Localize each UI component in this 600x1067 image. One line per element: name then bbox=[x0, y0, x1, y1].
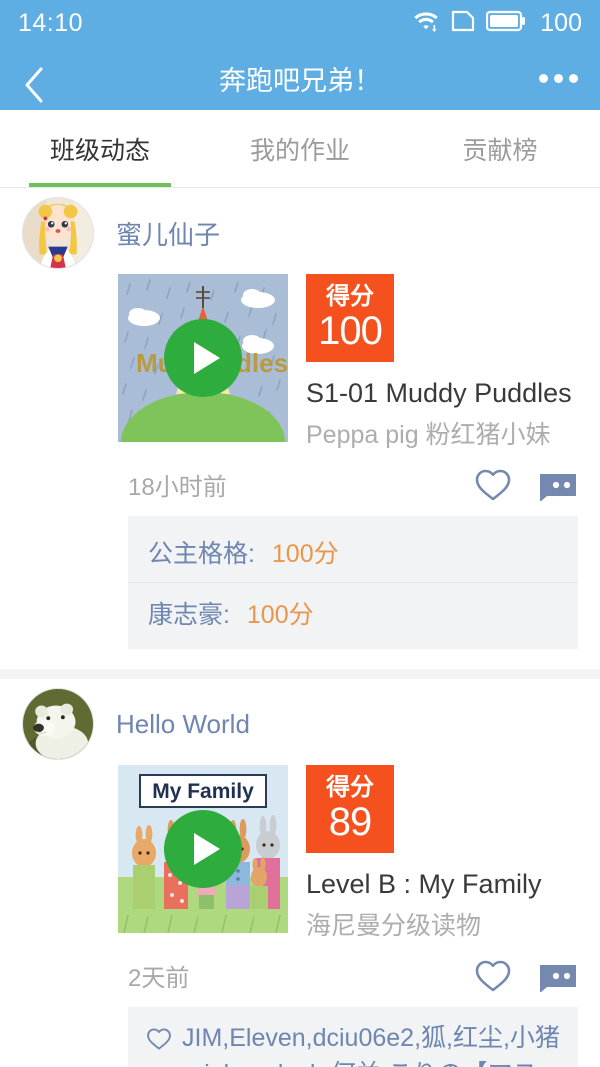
post-meta: 得分 100 S1-01 Muddy Puddles Peppa pig 粉红猪… bbox=[288, 274, 578, 451]
back-chevron-icon[interactable] bbox=[22, 65, 48, 103]
post-body: Mu dles 得分 100 S1-01 Muddy Puddles Peppa… bbox=[0, 264, 600, 451]
score-label: 得分 bbox=[326, 774, 374, 801]
score-badge: 得分 100 bbox=[306, 274, 394, 362]
post-title: S1-01 Muddy Puddles bbox=[306, 378, 572, 408]
action-icons bbox=[474, 959, 578, 993]
my-family-thumbnail[interactable]: My Family bbox=[118, 765, 288, 933]
comment-icon[interactable] bbox=[538, 469, 578, 501]
post-title: Level B : My Family bbox=[306, 869, 542, 899]
comment-item[interactable]: 公主格格: 100分 bbox=[128, 522, 578, 582]
sim-card-icon bbox=[451, 10, 475, 37]
muddy-puddles-thumbnail[interactable]: Mu dles bbox=[118, 274, 288, 442]
likes-names: JIM,Eleven,dciu06e2,狐,红尘,小猪rainbowdash,何… bbox=[182, 1024, 560, 1067]
svg-text:dles: dles bbox=[236, 348, 288, 378]
post-actions: 18小时前 bbox=[0, 451, 600, 516]
status-indicators: 100 bbox=[412, 9, 582, 38]
status-time: 14:10 bbox=[18, 8, 84, 37]
more-options-icon[interactable] bbox=[539, 73, 578, 83]
heart-icon[interactable] bbox=[474, 959, 512, 993]
svg-text:My Family: My Family bbox=[152, 780, 254, 803]
post-actions: 2天前 bbox=[0, 942, 600, 1007]
post-header: 蜜儿仙子 bbox=[0, 197, 600, 269]
post-subtitle: 海尼曼分级读物 bbox=[306, 912, 482, 940]
tab-contribution[interactable]: 贡献榜 bbox=[400, 110, 600, 187]
score-value: 89 bbox=[328, 800, 372, 844]
post-meta: 得分 89 Level B : My Family 海尼曼分级读物 bbox=[288, 765, 578, 942]
post-card: 蜜儿仙子 Mu dles 得分 100 S1-01 Muddy Puddles … bbox=[0, 188, 600, 669]
page-title: 奔跑吧兄弟！ bbox=[219, 65, 381, 96]
comment-score: 100分 bbox=[246, 601, 314, 629]
post-card: Hello World My Family 得分 89 Level B: My… bbox=[0, 669, 600, 1067]
wifi-download-icon bbox=[412, 9, 440, 38]
battery-percent: 100 bbox=[540, 8, 582, 37]
post-feed: 蜜儿仙子 Mu dles 得分 100 S1-01 Muddy Puddles … bbox=[0, 188, 600, 1067]
action-icons bbox=[474, 468, 578, 502]
score-badge: 得分 89 bbox=[306, 765, 394, 853]
comment-item[interactable]: 康志豪: 100分 bbox=[128, 582, 578, 643]
score-value: 100 bbox=[318, 309, 383, 353]
comment-icon[interactable] bbox=[538, 960, 578, 992]
tab-my-homework[interactable]: 我的作业 bbox=[200, 110, 400, 187]
likes-list: JIM,Eleven,dciu06e2,狐,红尘,小猪rainbowdash,何… bbox=[128, 1007, 578, 1067]
status-bar: 14:10 100 bbox=[0, 0, 600, 46]
post-subtitle: Peppa pig 粉红猪小妹 bbox=[306, 421, 551, 449]
polar-bear-avatar[interactable] bbox=[22, 688, 94, 760]
post-body: My Family 得分 89 Level B: My Family 海尼曼分… bbox=[0, 755, 600, 942]
post-header: Hello World bbox=[0, 688, 600, 760]
post-timestamp: 2天前 bbox=[128, 965, 190, 992]
comment-score: 100分 bbox=[271, 540, 339, 568]
tab-bar: 班级动态 我的作业 贡献榜 bbox=[0, 110, 600, 188]
battery-icon bbox=[486, 10, 526, 37]
post-username[interactable]: 蜜儿仙子 bbox=[116, 215, 220, 252]
post-timestamp: 18小时前 bbox=[128, 474, 227, 501]
app-header: 奔跑吧兄弟！ bbox=[0, 46, 600, 110]
heart-icon[interactable] bbox=[474, 468, 512, 502]
comment-author: 康志豪: bbox=[148, 601, 230, 629]
anime-girl-avatar[interactable] bbox=[22, 197, 94, 269]
heart-outline-icon bbox=[146, 1027, 172, 1056]
play-icon[interactable] bbox=[164, 810, 242, 888]
tab-class-feed[interactable]: 班级动态 bbox=[0, 110, 200, 187]
comment-author: 公主格格: bbox=[148, 540, 255, 568]
post-username[interactable]: Hello World bbox=[116, 709, 250, 740]
play-icon[interactable] bbox=[164, 319, 242, 397]
score-label: 得分 bbox=[326, 283, 374, 310]
comment-list: 公主格格: 100分 康志豪: 100分 bbox=[128, 516, 578, 649]
